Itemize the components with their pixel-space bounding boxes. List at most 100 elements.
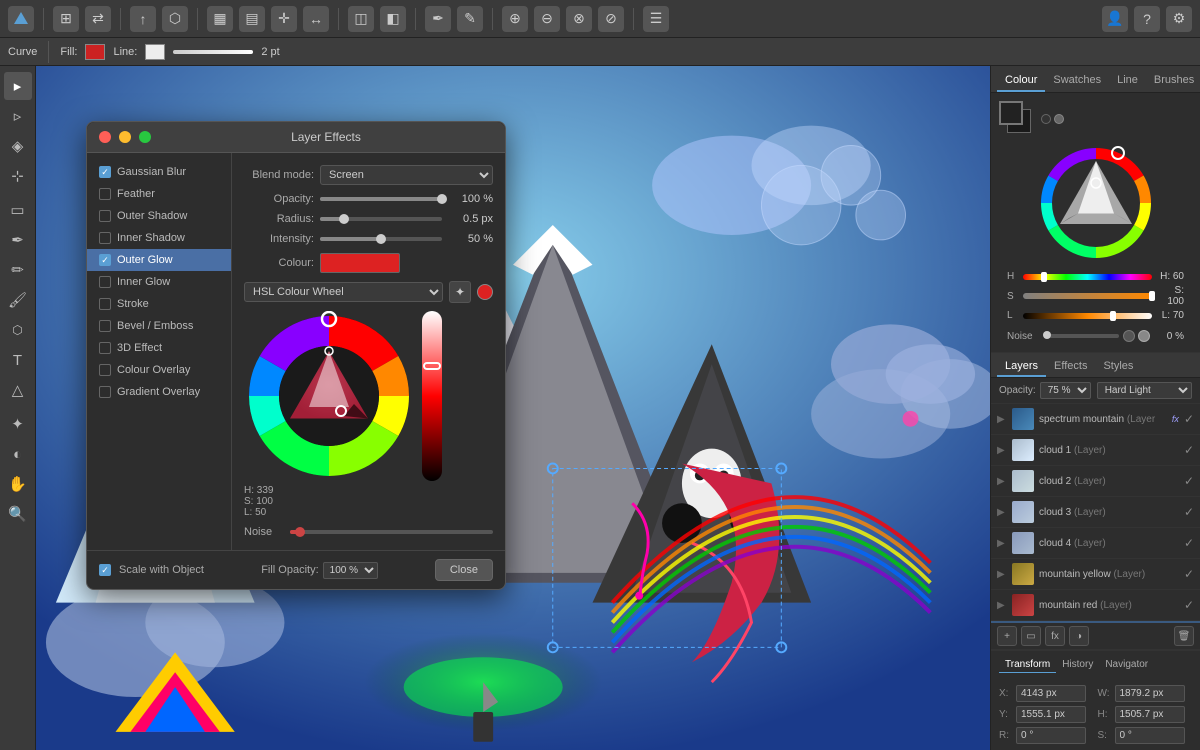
layers-blend-select[interactable]: Hard Light: [1097, 382, 1192, 399]
mask-btn[interactable]: ◑: [1069, 626, 1089, 646]
tool-magnify[interactable]: 🔍: [4, 500, 32, 528]
layer-expand-1[interactable]: ▶: [997, 414, 1007, 425]
tool-pencil[interactable]: ✏: [4, 256, 32, 284]
layer-expand-2[interactable]: ▶: [997, 445, 1007, 456]
boolean-sub[interactable]: ⊖: [534, 6, 560, 32]
delete-layer-btn[interactable]: 🗑: [1174, 626, 1194, 646]
cb-3d[interactable]: [99, 342, 111, 354]
cd-gray[interactable]: [1054, 114, 1064, 124]
boolean-union[interactable]: ⊕: [502, 6, 528, 32]
effect-outer-shadow[interactable]: Outer Shadow: [87, 205, 231, 227]
effect-colour-overlay[interactable]: Colour Overlay: [87, 359, 231, 381]
layer-vis-3[interactable]: ✓: [1184, 474, 1194, 488]
pencil-icon[interactable]: ✎: [457, 6, 483, 32]
tab-styles[interactable]: Styles: [1095, 357, 1141, 377]
cb-outer-shadow[interactable]: [99, 210, 111, 222]
intensity-slider[interactable]: [320, 237, 442, 241]
tab-brushes[interactable]: Brushes: [1146, 70, 1200, 92]
share-icon[interactable]: ⇄: [85, 6, 111, 32]
line-swatch[interactable]: [145, 44, 165, 60]
h-slider[interactable]: [1023, 274, 1152, 280]
effect-inner-shadow[interactable]: Inner Shadow: [87, 227, 231, 249]
add-layer-btn[interactable]: +: [997, 626, 1017, 646]
dialog-maximize-btn[interactable]: [139, 131, 151, 143]
add-group-btn[interactable]: ▭: [1021, 626, 1041, 646]
layer-item-spectrum-mountain[interactable]: ▶ spectrum mountain (Layer fx ✓: [991, 404, 1200, 435]
cb-feather[interactable]: [99, 188, 111, 200]
tab-transform[interactable]: Transform: [999, 657, 1056, 673]
foreground-color[interactable]: [999, 101, 1023, 125]
spectrum-bar[interactable]: [422, 311, 442, 481]
w-input[interactable]: [1115, 685, 1185, 702]
layer-expand-6[interactable]: ▶: [997, 569, 1007, 580]
layer-item-cloud2[interactable]: ▶ cloud 2 (Layer) ✓: [991, 466, 1200, 497]
tab-effects[interactable]: Effects: [1046, 357, 1095, 377]
align-icon[interactable]: ↔: [303, 6, 329, 32]
noise-icon1[interactable]: [1123, 330, 1135, 342]
blend-mode-select[interactable]: Screen: [320, 165, 493, 185]
tool-subselect[interactable]: ▹: [4, 102, 32, 130]
radius-slider[interactable]: [320, 217, 442, 221]
y-input[interactable]: [1016, 706, 1086, 723]
layer-vis-2[interactable]: ✓: [1184, 443, 1194, 457]
layer-item-cloud1[interactable]: ▶ cloud 1 (Layer) ✓: [991, 435, 1200, 466]
eyedropper-button[interactable]: ✦: [449, 281, 471, 303]
grid-view-icon[interactable]: ▦: [207, 6, 233, 32]
effect-outer-glow[interactable]: ✓ Outer Glow: [87, 249, 231, 271]
noise-slider[interactable]: [290, 530, 493, 534]
tool-fill[interactable]: ⬡: [4, 316, 32, 344]
color-picker-type[interactable]: HSL Colour Wheel: [244, 282, 443, 302]
layer-expand-7[interactable]: ▶: [997, 600, 1007, 611]
grid-view2-icon[interactable]: ▤: [239, 6, 265, 32]
import-icon[interactable]: ↑: [130, 6, 156, 32]
tool-text[interactable]: T: [4, 346, 32, 374]
cb-gaussian[interactable]: ✓: [99, 166, 111, 178]
grid-icon[interactable]: ⊞: [53, 6, 79, 32]
tab-colour[interactable]: Colour: [997, 70, 1045, 92]
layer-item-mountain-red[interactable]: ▶ mountain red (Layer) ✓: [991, 590, 1200, 621]
cb-gradient-overlay[interactable]: [99, 386, 111, 398]
cb-inner-shadow[interactable]: [99, 232, 111, 244]
fill-opacity-select[interactable]: 100 %: [323, 562, 378, 579]
layer-vis-7[interactable]: ✓: [1184, 598, 1194, 612]
cd-none[interactable]: [1041, 114, 1051, 124]
layers-opacity-select[interactable]: 75 %: [1040, 382, 1091, 399]
tool-brush[interactable]: 🖌: [4, 286, 32, 314]
tab-layers[interactable]: Layers: [997, 357, 1046, 377]
layer-expand-4[interactable]: ▶: [997, 507, 1007, 518]
right-color-wheel[interactable]: [1036, 143, 1156, 263]
layer-item-cloud3[interactable]: ▶ cloud 3 (Layer) ✓: [991, 497, 1200, 528]
tab-history[interactable]: History: [1056, 657, 1099, 673]
effect-gradient-overlay[interactable]: Gradient Overlay: [87, 381, 231, 403]
layer-expand-5[interactable]: ▶: [997, 538, 1007, 549]
effect-feather[interactable]: Feather: [87, 183, 231, 205]
layer-vis-6[interactable]: ✓: [1184, 567, 1194, 581]
cb-outer-glow[interactable]: ✓: [99, 254, 111, 266]
hsl-wheel-svg[interactable]: [244, 311, 414, 481]
tool-gradient[interactable]: ◐: [4, 440, 32, 468]
tab-swatches[interactable]: Swatches: [1045, 70, 1109, 92]
layer-vis-5[interactable]: ✓: [1184, 536, 1194, 550]
effect-bevel-emboss[interactable]: Bevel / Emboss: [87, 315, 231, 337]
user-icon[interactable]: 👤: [1102, 6, 1128, 32]
effect-3d[interactable]: 3D Effect: [87, 337, 231, 359]
tool-zoom[interactable]: ▭: [4, 196, 32, 224]
dialog-minimize-btn[interactable]: [119, 131, 131, 143]
l-slider[interactable]: [1023, 313, 1152, 319]
pen-icon[interactable]: ✒: [425, 6, 451, 32]
cb-inner-glow[interactable]: [99, 276, 111, 288]
tool-crop[interactable]: ⊹: [4, 162, 32, 190]
effect-stroke[interactable]: Stroke: [87, 293, 231, 315]
cb-bevel-emboss[interactable]: [99, 320, 111, 332]
h-input[interactable]: [1115, 706, 1185, 723]
r-input[interactable]: [1016, 727, 1086, 744]
tool-pointer[interactable]: ▸: [4, 72, 32, 100]
snapping-icon[interactable]: ✛: [271, 6, 297, 32]
settings-icon[interactable]: ⚙: [1166, 6, 1192, 32]
colour-swatch[interactable]: [320, 253, 400, 273]
s-slider[interactable]: [1023, 293, 1152, 299]
close-button[interactable]: Close: [435, 559, 493, 581]
export-icon[interactable]: ⬡: [162, 6, 188, 32]
cb-stroke[interactable]: [99, 298, 111, 310]
tool-node[interactable]: ◈: [4, 132, 32, 160]
